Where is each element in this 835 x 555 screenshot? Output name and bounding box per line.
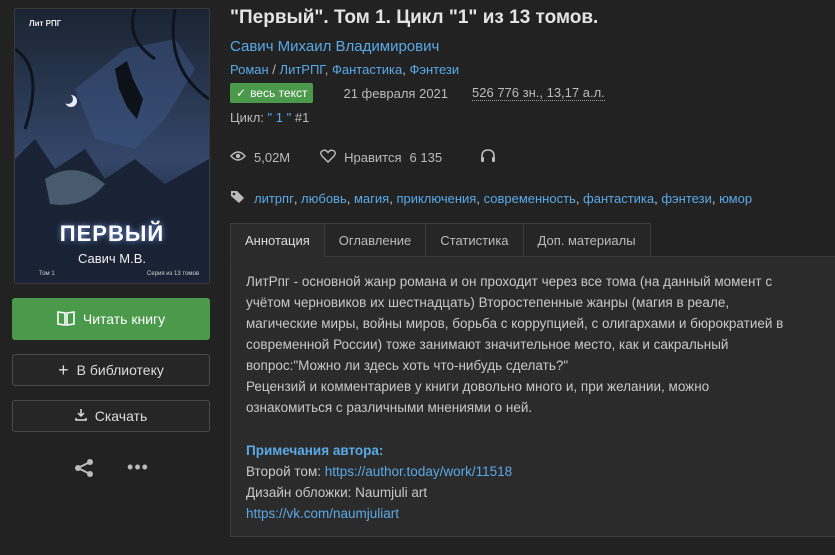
tag-link[interactable]: фэнтези (661, 191, 711, 206)
tag-link[interactable]: приключения (396, 191, 476, 206)
genre-link[interactable]: Роман (230, 62, 269, 77)
plus-icon: + (58, 360, 69, 380)
cover-publisher: Лит РПГ (29, 19, 62, 28)
download-label: Скачать (94, 408, 148, 424)
read-book-button[interactable]: Читать книгу (12, 298, 210, 340)
book-cover[interactable]: Лит РПГ ПЕРВЫЙ Савич М.В. Том 1 Серия из… (14, 8, 210, 284)
tag-icon (230, 190, 246, 207)
share-icon[interactable] (73, 458, 95, 481)
headphones-icon[interactable] (480, 149, 496, 166)
tag-link[interactable]: любовь (301, 191, 347, 206)
book-title: "Первый". Том 1. Цикл "1" из 13 томов. (230, 7, 599, 28)
tab-contents[interactable]: Оглавление (323, 223, 427, 257)
tag-link[interactable]: юмор (719, 191, 752, 206)
cycle-label: Цикл: (230, 110, 264, 125)
tab-annotation[interactable]: Аннотация (230, 223, 325, 257)
cycle-info: Цикл: " 1 " #1 (230, 110, 830, 125)
second-volume-link[interactable]: https://author.today/work/11518 (325, 464, 512, 479)
add-to-library-label: В библиотеку (76, 362, 164, 378)
genre-list: Роман / ЛитРПГ, Фантастика, Фэнтези (230, 62, 460, 77)
cover-volume: Том 1 (39, 271, 55, 277)
tag-list: литрпг, любовь, магия, приключения, совр… (230, 190, 830, 207)
tab-bar: Аннотация Оглавление Статистика Доп. мат… (230, 223, 830, 257)
second-volume-row: Второй том: https://author.today/work/11… (246, 461, 822, 482)
tab-statistics[interactable]: Статистика (425, 223, 524, 257)
book-info: "Первый". Том 1. Цикл "1" из 13 томов. С… (230, 6, 835, 537)
heart-icon[interactable] (320, 149, 337, 166)
stats-row: 5,02М Нравится 6 135 (230, 149, 830, 166)
annotation-panel: ЛитРпг - основной жанр романа и он прохо… (230, 256, 835, 537)
second-volume-label: Второй том: (246, 464, 321, 479)
book-icon (57, 310, 75, 329)
book-size: 526 776 зн., 13,17 а.л. (472, 85, 605, 101)
genre-link[interactable]: Фэнтези (409, 62, 459, 77)
tag-link[interactable]: магия (354, 191, 389, 206)
download-button[interactable]: Скачать (12, 400, 210, 432)
extra-actions: ••• (12, 458, 210, 481)
cover-author: Савич М.В. (77, 251, 147, 266)
download-icon (75, 408, 87, 424)
add-to-library-button[interactable]: + В библиотеку (12, 354, 210, 386)
annotation-line: ознакомиться с различными мнениями о ней… (246, 400, 533, 415)
cover-series: Серия из 13 томов (147, 271, 200, 277)
status-badge: ✓ весь текст (230, 83, 314, 103)
views-count: 5,02М (254, 150, 291, 165)
genre-link[interactable]: ЛитРПГ (280, 62, 325, 77)
cover-design-credit: Дизайн обложки: Naumjuli art (246, 485, 428, 500)
meta-row: ✓ весь текст 21 февраля 2021 526 776 зн.… (230, 83, 830, 103)
tag-link[interactable]: литрпг (254, 191, 294, 206)
annotation-line: современной России) тоже занимают значит… (246, 337, 729, 352)
cycle-link[interactable]: " 1 " (268, 110, 292, 125)
annotation-line: вопрос:"Можно ли здесь хоть что-нибудь с… (246, 358, 569, 373)
genre-link[interactable]: Фантастика (332, 62, 402, 77)
status-badge-label: весь текст (250, 86, 308, 100)
cover-title: ПЕРВЫЙ (59, 221, 165, 246)
likes-count: 6 135 (409, 150, 443, 165)
read-book-label: Читать книгу (82, 311, 166, 327)
author-notes-heading: Примечания автора: (246, 443, 384, 458)
annotation-line: магические миры, войны миров, борьба с к… (246, 316, 784, 331)
publish-date: 21 февраля 2021 (343, 85, 449, 101)
tag-link[interactable]: современность (484, 191, 576, 206)
more-options-icon[interactable]: ••• (127, 458, 149, 481)
annotation-line: Рецензий и комментариев у книги довольно… (246, 379, 710, 394)
tab-extra-materials[interactable]: Доп. материалы (522, 223, 651, 257)
vk-link[interactable]: https://vk.com/naumjuliart (246, 506, 399, 521)
eye-icon (230, 150, 246, 165)
cycle-number: #1 (294, 110, 310, 125)
annotation-line: ЛитРпг - основной жанр романа и он прохо… (246, 274, 773, 289)
check-icon: ✓ (236, 86, 247, 100)
tag-link[interactable]: фантастика (583, 191, 654, 206)
likes-label: Нравится (344, 150, 402, 165)
annotation-line: учётом черновиков их шестнадцать) Второс… (246, 295, 730, 310)
author-link[interactable]: Савич Михаил Владимирович (230, 38, 439, 55)
left-column: Лит РПГ ПЕРВЫЙ Савич М.В. Том 1 Серия из… (12, 8, 210, 481)
